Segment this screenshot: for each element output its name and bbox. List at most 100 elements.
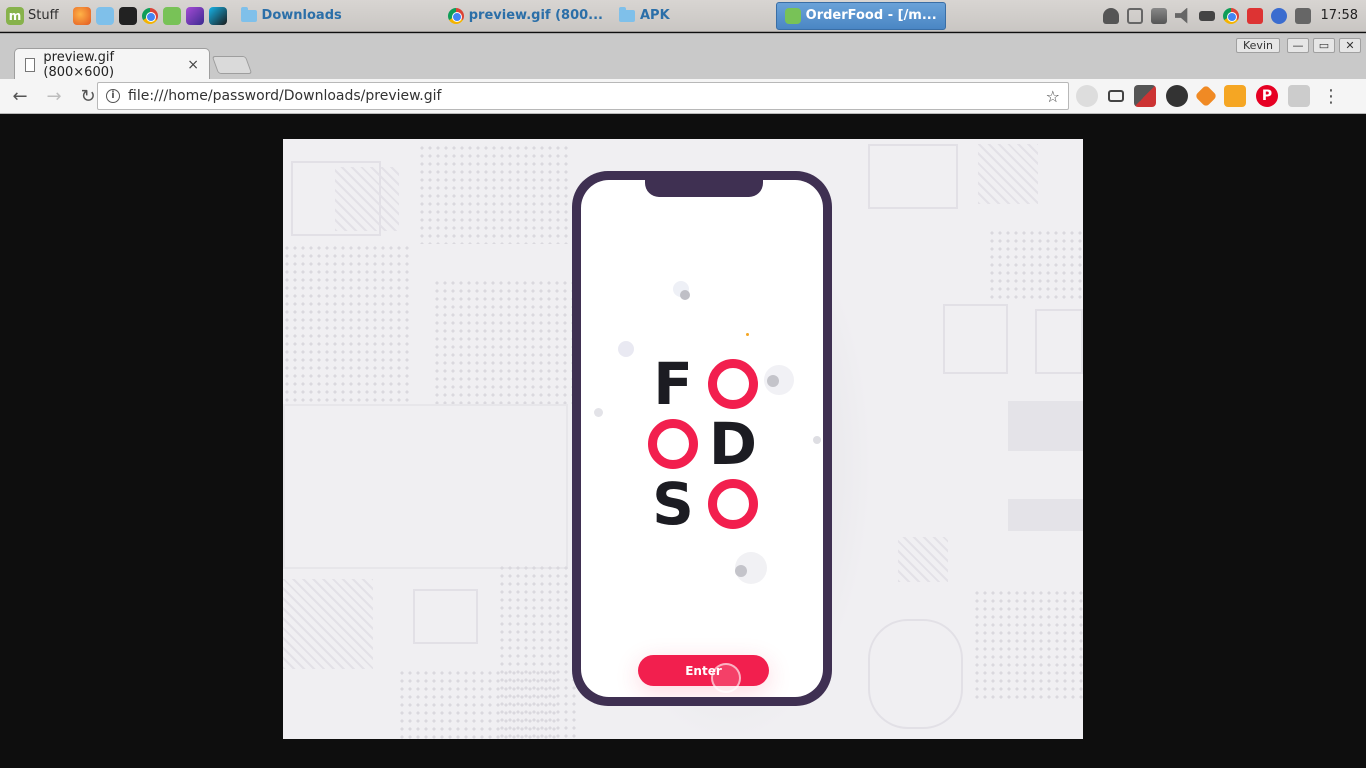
clock[interactable]: 17:58 xyxy=(1319,8,1358,23)
bg-pattern xyxy=(1008,401,1083,451)
tab-strip: preview.gif (800×600) × Kevin — ▭ ✕ xyxy=(0,33,1366,80)
folder-icon xyxy=(240,6,257,22)
tap-indicator xyxy=(711,663,741,693)
decor-bubble xyxy=(813,436,821,444)
bg-pattern xyxy=(433,279,573,404)
android-studio-icon xyxy=(784,7,801,24)
browser-window: preview.gif (800×600) × Kevin — ▭ ✕ ← → … xyxy=(0,33,1366,768)
task-preview-gif[interactable]: preview.gif (800... xyxy=(440,2,611,30)
logo-letter: D xyxy=(708,410,758,478)
task-label: OrderFood - [/m... xyxy=(805,8,937,23)
firefox-icon[interactable] xyxy=(72,6,91,25)
chrome-icon xyxy=(447,7,464,24)
foodso-logo: F O O D S O xyxy=(643,354,763,534)
bg-pattern xyxy=(868,619,963,729)
tab-preview-gif[interactable]: preview.gif (800×600) × xyxy=(14,48,210,80)
url-text[interactable]: file:///home/password/Downloads/preview.… xyxy=(128,88,441,104)
decor-bubble xyxy=(767,375,779,387)
chrome-tray-icon[interactable] xyxy=(1222,7,1239,24)
phone-frame: F O O D S O xyxy=(572,171,832,706)
browser-toolbar: ← → ↻ i file:///home/password/Downloads/… xyxy=(0,79,1366,114)
bg-pattern xyxy=(898,537,948,582)
terminal-icon[interactable] xyxy=(118,6,137,25)
bg-pattern xyxy=(973,589,1083,699)
bg-pattern xyxy=(413,589,478,644)
battery-icon[interactable] xyxy=(1198,10,1215,21)
desktop-panel: m Stuff Downloads preview.gif (800... AP… xyxy=(0,0,1366,32)
phone-notch xyxy=(645,180,763,197)
palette-extension-icon[interactable] xyxy=(1166,85,1188,107)
eyedropper-extension-icon[interactable] xyxy=(1134,85,1156,107)
start-menu-button[interactable]: m Stuff xyxy=(0,0,67,32)
address-bar[interactable]: i file:///home/password/Downloads/previe… xyxy=(97,82,1069,110)
task-downloads[interactable]: Downloads xyxy=(233,2,350,30)
task-orderfood[interactable]: OrderFood - [/m... xyxy=(775,1,946,30)
task-apk[interactable]: APK xyxy=(611,2,678,30)
close-window-button[interactable]: ✕ xyxy=(1339,38,1361,53)
system-tray: 17:58 xyxy=(1102,7,1366,24)
gear-extension-icon[interactable] xyxy=(1076,85,1098,107)
bg-pattern xyxy=(988,229,1083,299)
forward-button[interactable]: → xyxy=(40,82,68,110)
new-tab-button[interactable] xyxy=(211,56,253,74)
shield-icon[interactable] xyxy=(1246,7,1263,24)
bg-pattern xyxy=(978,144,1038,204)
logo-letter: S xyxy=(652,470,694,538)
profile-button[interactable]: Kevin xyxy=(1236,38,1280,53)
cast-extension-icon[interactable] xyxy=(1108,90,1124,102)
enter-button[interactable]: Enter xyxy=(638,655,769,686)
logo-ring: O xyxy=(703,354,763,414)
maximize-button[interactable]: ▭ xyxy=(1313,38,1335,53)
task-label: Downloads xyxy=(261,8,342,23)
folder-icon xyxy=(618,6,635,22)
bg-pattern xyxy=(1035,309,1083,374)
android-studio-icon[interactable] xyxy=(162,6,181,25)
bg-pattern xyxy=(1008,499,1083,531)
low-extension-icon[interactable] xyxy=(1224,85,1246,107)
back-button[interactable]: ← xyxy=(6,82,34,110)
bg-pattern xyxy=(283,579,373,669)
menu-icon[interactable]: ⋮ xyxy=(1320,85,1342,107)
bg-pattern xyxy=(283,244,413,404)
phpstorm-icon[interactable] xyxy=(185,6,204,25)
document-icon xyxy=(25,57,36,72)
bg-pattern xyxy=(283,404,568,569)
decor-bubble xyxy=(618,341,634,357)
network-icon[interactable] xyxy=(1150,7,1167,24)
pinterest-icon[interactable]: P xyxy=(1256,85,1278,107)
info-icon[interactable]: i xyxy=(106,89,120,103)
task-label: preview.gif (800... xyxy=(468,8,603,23)
page-viewport: F O O D S O xyxy=(6,115,1360,764)
menu-label: Stuff xyxy=(28,8,59,23)
preview-image: F O O D S O xyxy=(283,139,1083,739)
launcher-bar xyxy=(67,6,233,25)
decor-bubble xyxy=(735,565,747,577)
drive-icon[interactable] xyxy=(1126,7,1143,24)
decor-bubble xyxy=(680,290,690,300)
minimize-button[interactable]: — xyxy=(1287,38,1309,53)
logo-letter: F xyxy=(653,350,693,418)
webstorm-icon[interactable] xyxy=(208,6,227,25)
mint-logo-icon: m xyxy=(6,6,24,25)
bluetooth-icon[interactable] xyxy=(1270,7,1287,24)
files-icon[interactable] xyxy=(95,6,114,25)
bg-pattern xyxy=(868,144,958,209)
bg-pattern xyxy=(335,167,399,231)
chrome-icon[interactable] xyxy=(141,7,158,24)
logo-ring: O xyxy=(703,474,763,534)
bookmark-star-icon[interactable]: ☆ xyxy=(1046,87,1060,106)
power-icon[interactable] xyxy=(1294,7,1311,24)
bg-pattern xyxy=(418,144,568,244)
phone-screen: F O O D S O xyxy=(581,180,823,697)
user-icon[interactable] xyxy=(1102,7,1119,24)
logo-ring: O xyxy=(643,414,703,474)
decor-bubble xyxy=(746,333,749,336)
volume-muted-icon[interactable] xyxy=(1174,7,1188,24)
tag-extension-icon[interactable] xyxy=(1194,84,1218,108)
grammarly-extension-icon[interactable] xyxy=(1288,85,1310,107)
tab-close-icon[interactable]: × xyxy=(187,57,199,73)
tab-title: preview.gif (800×600) xyxy=(43,49,115,80)
bg-pattern xyxy=(943,304,1008,374)
bg-pattern xyxy=(398,669,558,739)
task-label: APK xyxy=(639,8,670,23)
